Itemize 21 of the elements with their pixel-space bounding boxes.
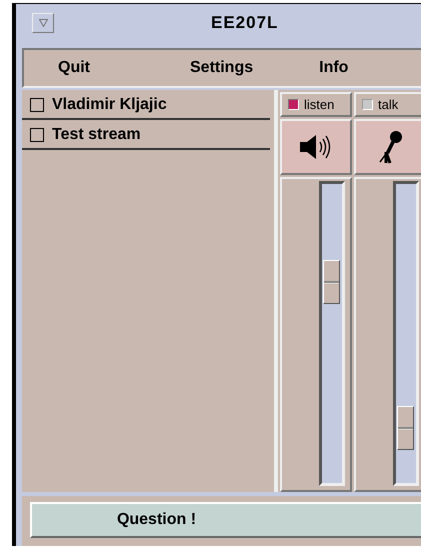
speaker-icon bbox=[299, 134, 333, 160]
menu-item[interactable]: Settings bbox=[190, 58, 254, 77]
window-title: EE207L bbox=[211, 12, 278, 33]
slider-track[interactable] bbox=[319, 180, 345, 486]
microphone-button[interactable] bbox=[354, 118, 421, 175]
slider-thumb[interactable] bbox=[397, 406, 414, 450]
speaker-button[interactable] bbox=[280, 118, 352, 175]
toggle-button[interactable]: listen bbox=[280, 92, 352, 117]
question-button[interactable]: Question ! bbox=[30, 502, 421, 538]
stream-name[interactable]: Test stream bbox=[52, 126, 141, 144]
menu-item[interactable]: Info bbox=[319, 58, 348, 77]
checkbox[interactable] bbox=[30, 128, 44, 142]
slider-track[interactable] bbox=[393, 180, 419, 486]
triangle-down-icon bbox=[38, 18, 48, 27]
checkbox[interactable] bbox=[30, 98, 44, 112]
toggle-button[interactable]: talk bbox=[354, 92, 421, 117]
microphone-icon bbox=[377, 130, 403, 164]
menu-item[interactable]: Quit bbox=[58, 58, 90, 77]
stream-name[interactable]: Vladimir Kljajic bbox=[52, 96, 167, 114]
slider-thumb[interactable] bbox=[323, 260, 340, 304]
window-menu-button[interactable] bbox=[32, 12, 54, 33]
